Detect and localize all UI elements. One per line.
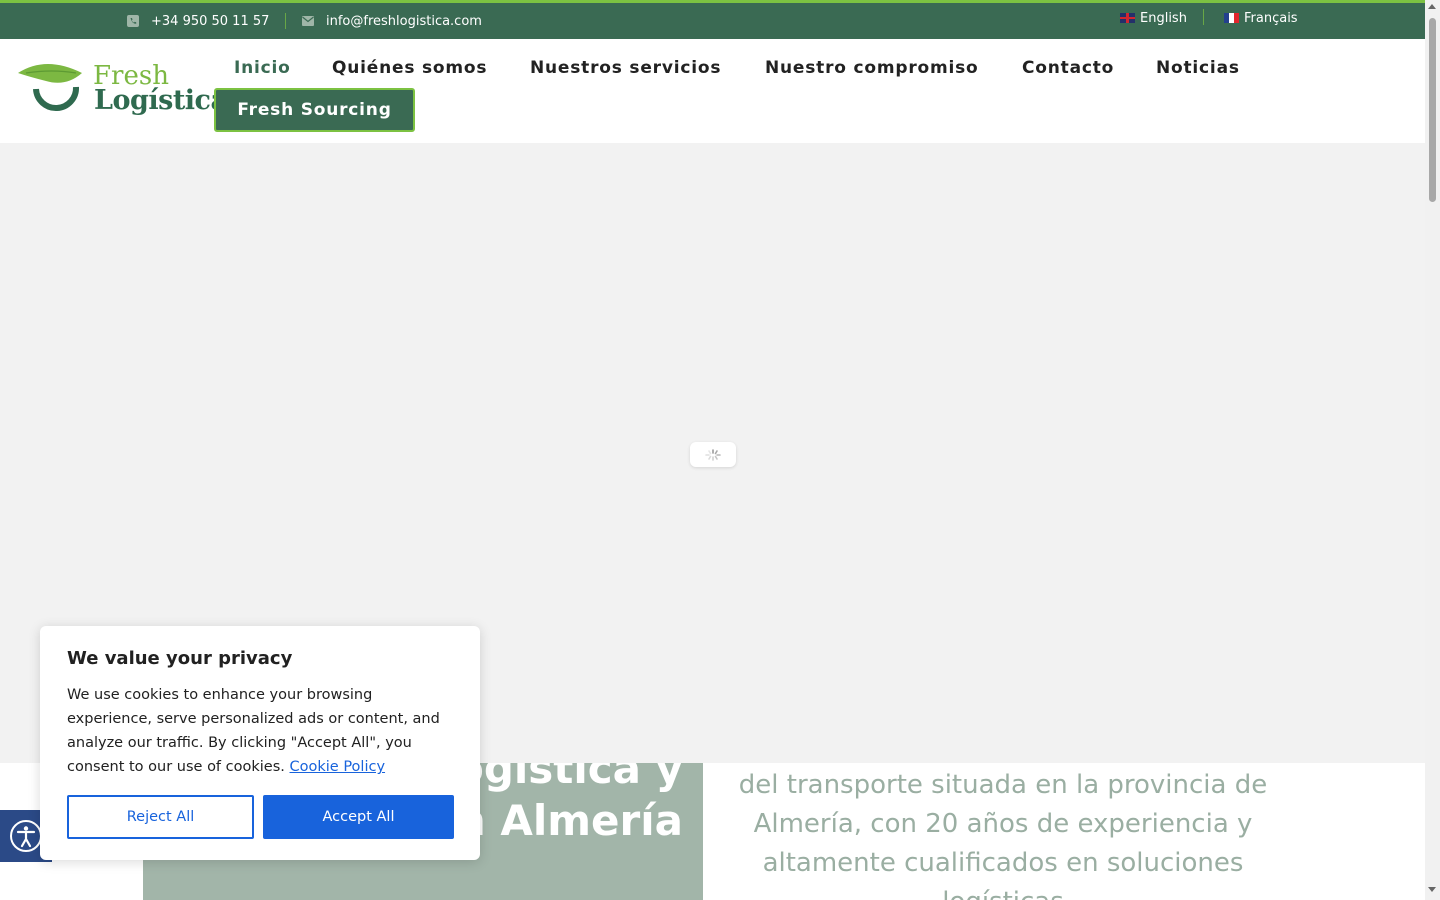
loading-spinner — [690, 442, 736, 467]
divider — [285, 13, 286, 29]
nav-contacto[interactable]: Contacto — [1022, 58, 1114, 78]
phone-icon — [127, 15, 139, 27]
spinner-icon — [705, 448, 721, 461]
cookie-consent-banner: We value your privacy We use cookies to … — [40, 626, 480, 860]
leaf-logo-icon — [18, 64, 82, 112]
lang-french[interactable]: Français — [1224, 3, 1298, 33]
lang-english[interactable]: English — [1120, 3, 1187, 33]
fresh-sourcing-button[interactable]: Fresh Sourcing — [214, 88, 415, 132]
nav-noticias[interactable]: Noticias — [1156, 58, 1240, 78]
accept-all-button[interactable]: Accept All — [263, 795, 454, 839]
cookie-policy-link[interactable]: Cookie Policy — [290, 759, 386, 775]
logo-text-logistica: Logística — [94, 85, 228, 116]
scroll-down-arrow-icon[interactable] — [1428, 887, 1436, 892]
nav-inicio[interactable]: Inicio — [234, 58, 291, 78]
nav-nuestros-servicios[interactable]: Nuestros servicios — [530, 58, 721, 78]
scrollbar-thumb[interactable] — [1429, 18, 1436, 202]
scroll-up-arrow-icon[interactable] — [1428, 4, 1436, 9]
divider — [1203, 9, 1204, 25]
hero-description: del transporte situada en la provincia d… — [738, 770, 1268, 900]
page-scrollbar[interactable] — [1425, 0, 1440, 900]
lang-label: Français — [1244, 10, 1298, 26]
accessibility-icon — [10, 820, 42, 852]
reject-all-button[interactable]: Reject All — [67, 795, 254, 839]
email-address: info@freshlogistica.com — [326, 13, 482, 29]
lang-label: English — [1140, 10, 1187, 26]
fr-flag-icon — [1224, 13, 1239, 23]
nav-nuestro-compromiso[interactable]: Nuestro compromiso — [765, 58, 979, 78]
site-logo[interactable]: Fresh Logística — [16, 59, 228, 121]
phone-contact[interactable]: +34 950 50 11 57 — [127, 3, 269, 39]
cookie-text: We use cookies to enhance your browsing … — [67, 683, 453, 779]
site-header: Fresh Logística Inicio Quiénes somos Nue… — [0, 39, 1425, 143]
top-bar: +34 950 50 11 57 info@freshlogistica.com… — [0, 0, 1425, 39]
phone-number: +34 950 50 11 57 — [151, 13, 270, 29]
envelope-icon — [302, 15, 314, 27]
uk-flag-icon — [1120, 13, 1135, 23]
email-contact[interactable]: info@freshlogistica.com — [302, 3, 482, 39]
cookie-title: We value your privacy — [67, 648, 293, 669]
nav-quienes-somos[interactable]: Quiénes somos — [332, 58, 487, 78]
